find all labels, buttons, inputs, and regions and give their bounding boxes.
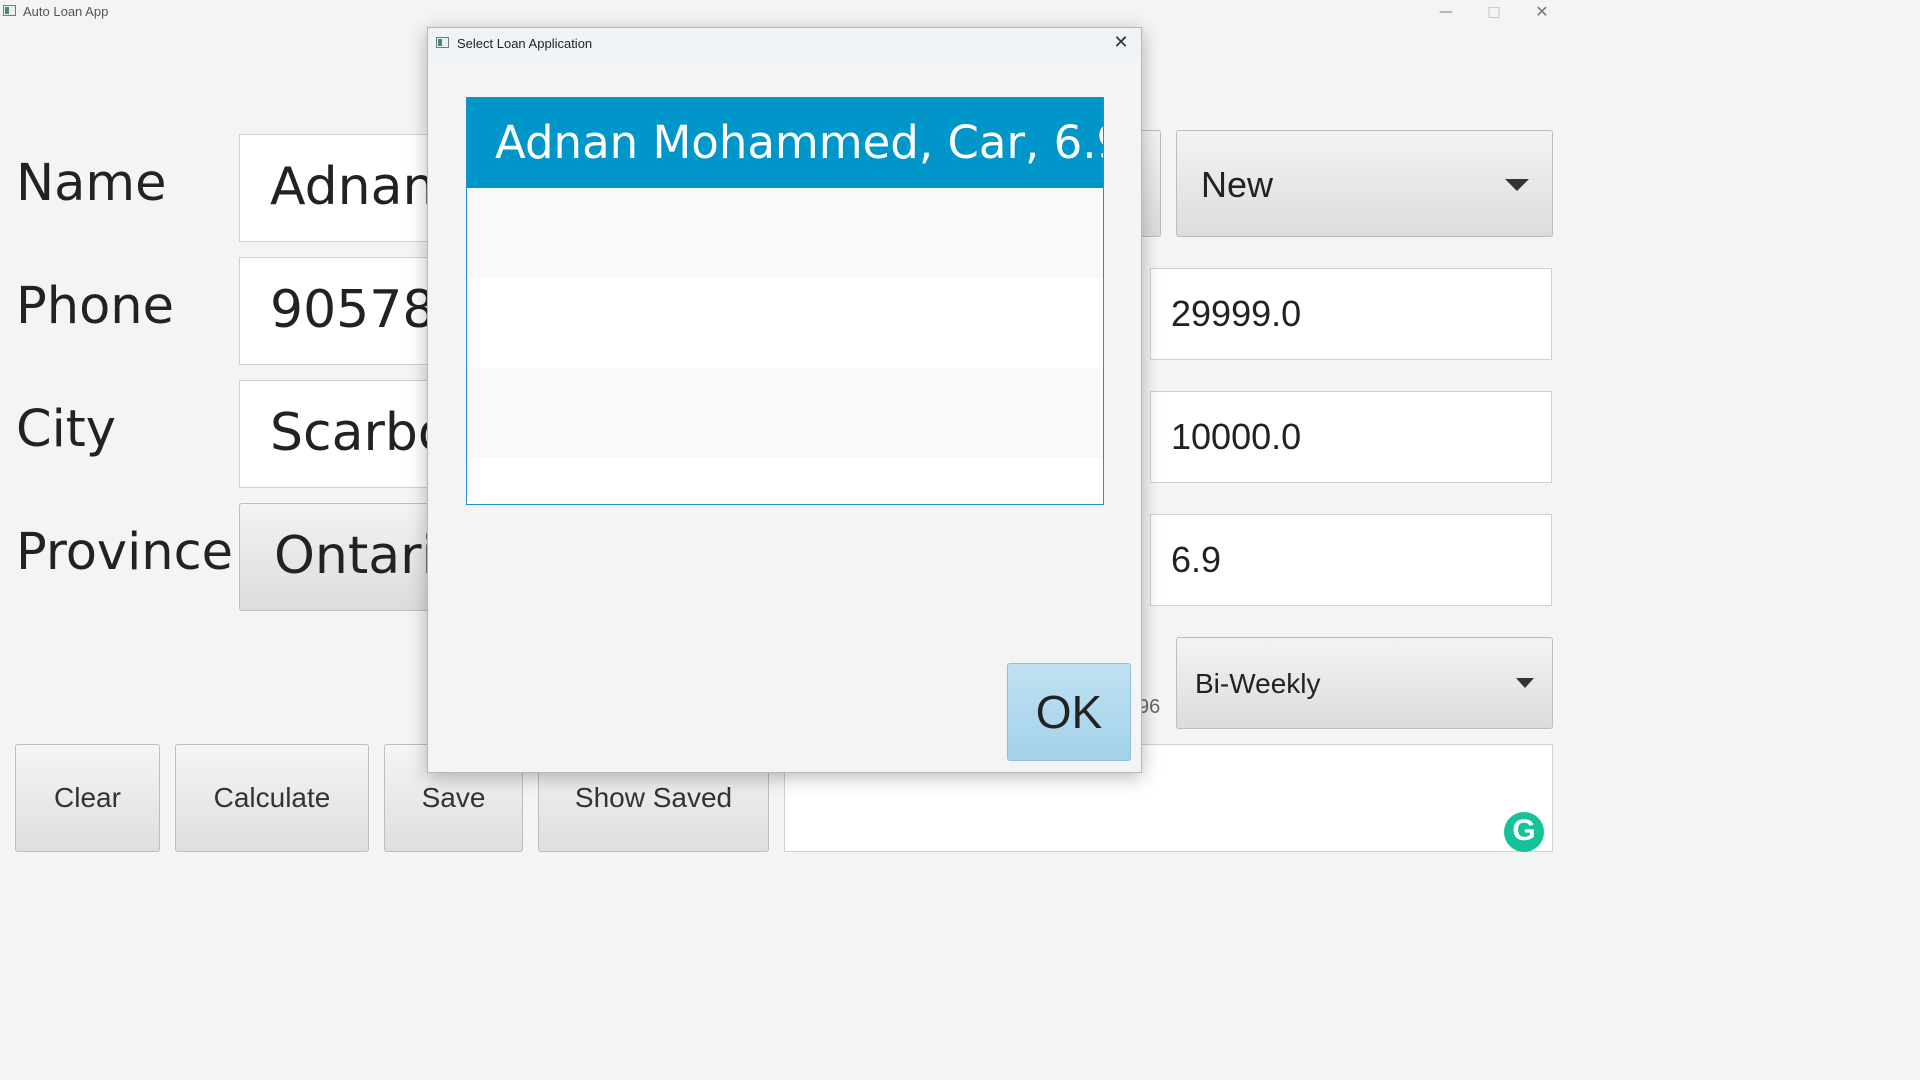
window-titlebar: Auto Loan App — □ ✕ — [0, 0, 1568, 26]
select-loan-dialog: Select Loan Application ✕ Adnan Mohammed… — [427, 27, 1142, 773]
list-item[interactable]: Adnan Mohammed, Car, 6.9 — [467, 98, 1103, 188]
list-item-label: Adnan Mohammed, Car, 6.9 — [495, 116, 1104, 169]
dialog-title: Select Loan Application — [457, 36, 593, 51]
grammarly-icon[interactable]: G — [1504, 812, 1544, 852]
list-item-empty — [467, 188, 1103, 278]
dialog-titlebar: Select Loan Application ✕ — [428, 28, 1141, 58]
province-label: Province — [16, 523, 233, 582]
loan-application-list[interactable]: Adnan Mohammed, Car, 6.9 — [466, 97, 1104, 505]
down-payment-field[interactable]: 10000.0 — [1150, 391, 1552, 483]
name-label: Name — [16, 154, 167, 213]
app-icon — [3, 5, 16, 16]
payment-frequency-select[interactable]: Bi-Weekly — [1176, 637, 1553, 729]
list-item-empty — [467, 278, 1103, 368]
app-icon — [436, 37, 449, 48]
price-field[interactable]: 29999.0 — [1150, 268, 1552, 360]
name-value: Adnan — [270, 157, 436, 217]
vehicle-condition-value: New — [1201, 164, 1274, 205]
chevron-down-icon — [1505, 179, 1529, 191]
maximize-button[interactable]: □ — [1474, 2, 1514, 24]
interest-rate-field[interactable]: 6.9 — [1150, 514, 1552, 606]
close-icon[interactable]: ✕ — [1109, 32, 1133, 53]
close-window-button[interactable]: ✕ — [1522, 2, 1562, 24]
phone-label: Phone — [16, 277, 174, 336]
city-value: Scarbo — [270, 403, 450, 463]
clear-button[interactable]: Clear — [15, 744, 160, 852]
payment-frequency-value: Bi-Weekly — [1195, 668, 1321, 699]
calculate-button[interactable]: Calculate — [175, 744, 369, 852]
vehicle-condition-select[interactable]: New — [1176, 130, 1553, 237]
window-title: Auto Loan App — [23, 4, 109, 19]
chevron-down-icon — [1516, 678, 1534, 688]
ok-button[interactable]: OK — [1007, 663, 1131, 761]
minimize-button[interactable]: — — [1426, 2, 1466, 24]
interest-rate-value: 6.9 — [1171, 539, 1222, 580]
down-payment-value: 10000.0 — [1171, 416, 1302, 457]
price-value: 29999.0 — [1171, 293, 1302, 334]
city-label: City — [16, 400, 116, 459]
list-item-empty — [467, 368, 1103, 458]
